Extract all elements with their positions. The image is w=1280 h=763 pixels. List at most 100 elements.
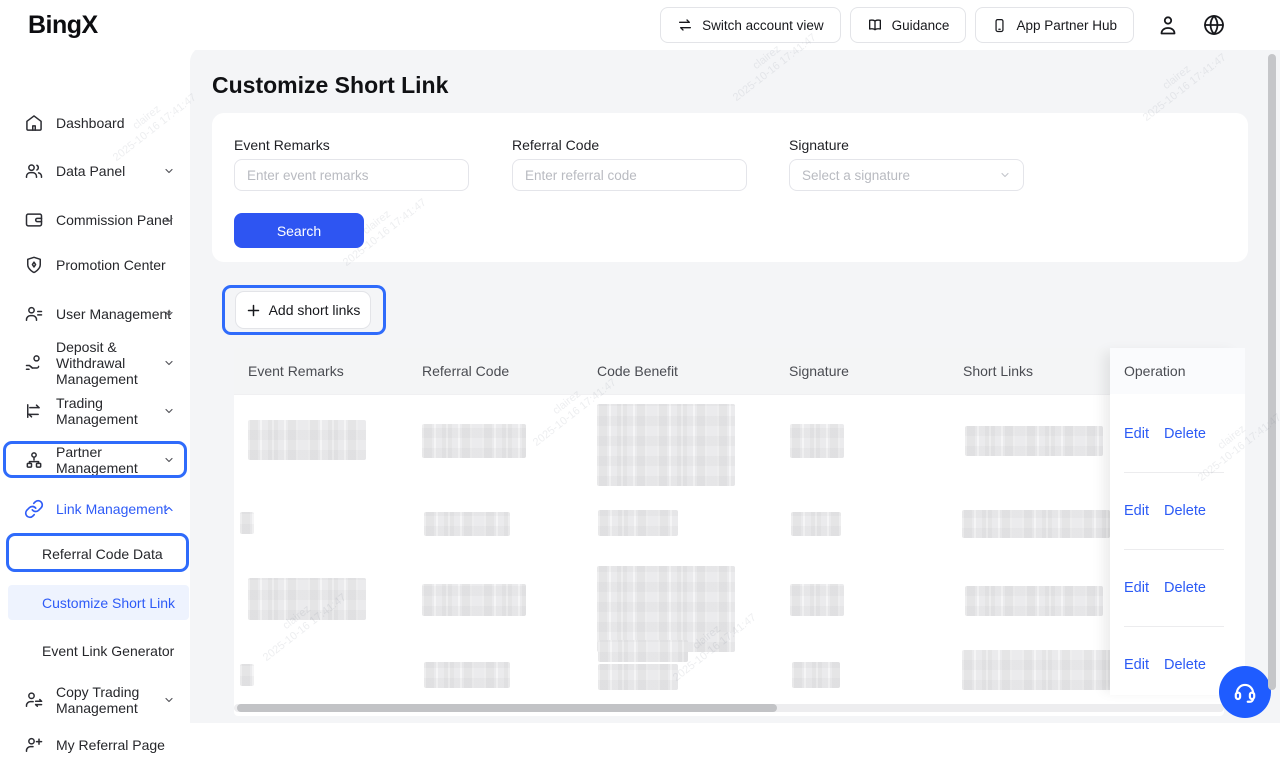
redacted-cell [965,426,1103,456]
sidebar-item-data-panel[interactable]: Data Panel [0,153,190,189]
headset-icon [1232,679,1258,705]
filter-card: Event Remarks Referral Code Signature Se… [212,113,1248,262]
app-partner-hub-button[interactable]: App Partner Hub [975,7,1134,43]
sidebar-item-promotion-center[interactable]: Promotion Center [0,247,190,283]
sidebar-item-label: Link Management [56,501,178,517]
book-icon [867,17,883,33]
redacted-cell [965,586,1103,616]
trade-arrows-icon [24,401,44,421]
vertical-scrollbar-thumb[interactable] [1268,54,1276,690]
row-divider [1124,549,1224,550]
delete-link[interactable]: Delete [1164,426,1206,442]
sidebar-item-commission-panel[interactable]: Commission Panel [0,202,190,238]
sidebar-item-trading-management[interactable]: Trading Management [0,395,190,427]
bingx-logo[interactable]: BingX [28,11,98,40]
link-icon [24,499,44,519]
redacted-cell [962,510,1110,538]
redacted-cell [240,512,254,534]
account-icon[interactable] [1156,13,1180,37]
user-list-icon [24,304,44,324]
redacted-cell [248,420,366,460]
user-plus-icon [24,735,44,755]
row-divider [1124,472,1224,473]
search-button[interactable]: Search [234,213,364,248]
sidebar-item-label: Deposit & Withdrawal Management [56,339,178,387]
shield-badge-icon [24,255,44,275]
column-header-short-links: Short Links [963,348,1033,394]
redacted-cell [962,650,1112,690]
column-header-event-remarks: Event Remarks [248,348,344,394]
sidebar-item-label: Dashboard [56,115,178,131]
swap-arrows-icon [677,17,693,33]
sidebar-item-partner-management[interactable]: Partner Management [0,444,190,476]
horizontal-scrollbar-thumb[interactable] [237,704,777,712]
edit-link[interactable]: Edit [1124,657,1149,673]
redacted-cell [248,578,366,620]
redacted-cell [790,424,844,458]
topbar: BingX Switch account view Guidance App P… [0,0,1280,50]
redacted-cell [424,662,510,688]
sidebar-subitem-label: Referral Code Data [42,546,182,562]
language-globe-icon[interactable] [1202,13,1226,37]
sidebar-item-label: Commission Panel [56,212,178,228]
chevron-down-icon [163,405,175,417]
redacted-cell [598,510,678,536]
home-icon [24,113,44,133]
operation-column: Operation Edit Delete Edit Delete Edit D… [1110,348,1245,695]
phone-icon [992,18,1007,33]
column-header-referral-code: Referral Code [422,348,509,394]
add-short-links-button[interactable]: Add short links [235,291,371,329]
table-row-operations: Edit Delete [1124,580,1234,596]
referral-code-input[interactable] [512,159,747,191]
sidebar-item-referral-code-data[interactable]: Referral Code Data [0,542,190,566]
horizontal-scrollbar-track[interactable] [234,704,1224,712]
edit-link[interactable]: Edit [1124,580,1149,596]
redacted-cell [240,664,254,686]
signature-label: Signature [789,137,849,153]
sidebar-item-label: Promotion Center [56,257,178,273]
add-short-links-label: Add short links [269,302,361,318]
page-title: Customize Short Link [212,72,448,99]
delete-link[interactable]: Delete [1164,657,1206,673]
support-fab-button[interactable] [1219,666,1271,718]
event-remarks-label: Event Remarks [234,137,330,153]
chevron-down-icon [163,357,175,369]
guidance-button[interactable]: Guidance [850,7,967,43]
sidebar-item-event-link-generator[interactable]: Event Link Generator [0,639,190,663]
sidebar-subitem-label: Customize Short Link [42,595,182,611]
sidebar-item-link-management[interactable]: Link Management [0,491,190,527]
delete-link[interactable]: Delete [1164,580,1206,596]
event-remarks-input[interactable] [234,159,469,191]
sidebar-item-label: Partner Management [56,444,178,476]
sidebar-item-deposit-withdrawal-management[interactable]: Deposit & Withdrawal Management [0,339,190,387]
signature-select-placeholder: Select a signature [802,168,910,183]
wallet-icon [24,210,44,230]
chevron-down-icon [163,694,175,706]
column-header-operation: Operation [1110,348,1245,394]
sidebar-item-label: My Referral Page [56,737,178,753]
main-content: Customize Short Link Event Remarks Refer… [190,46,1280,723]
users-icon [24,161,44,181]
sidebar-item-copy-trading-management[interactable]: Copy Trading Management [0,684,190,716]
referral-code-label: Referral Code [512,137,599,153]
chevron-up-icon [163,503,175,515]
redacted-cell [422,584,526,616]
chevron-down-icon [999,169,1011,181]
sidebar-item-customize-short-link[interactable]: Customize Short Link [0,585,190,620]
edit-link[interactable]: Edit [1124,503,1149,519]
redacted-cell [790,584,844,616]
sidebar-item-dashboard[interactable]: Dashboard [0,105,190,141]
column-header-signature: Signature [789,348,849,394]
chevron-down-icon [163,454,175,466]
plus-icon [246,303,261,318]
sidebar-item-user-management[interactable]: User Management [0,296,190,332]
sidebar-item-label: User Management [56,306,178,322]
redacted-cell [597,404,735,486]
chevron-down-icon [163,308,175,320]
redacted-cell [422,424,526,458]
sidebar-item-my-referral-page[interactable]: My Referral Page [0,727,190,763]
edit-link[interactable]: Edit [1124,426,1149,442]
signature-select[interactable]: Select a signature [789,159,1024,191]
switch-account-view-button[interactable]: Switch account view [660,7,841,43]
delete-link[interactable]: Delete [1164,503,1206,519]
